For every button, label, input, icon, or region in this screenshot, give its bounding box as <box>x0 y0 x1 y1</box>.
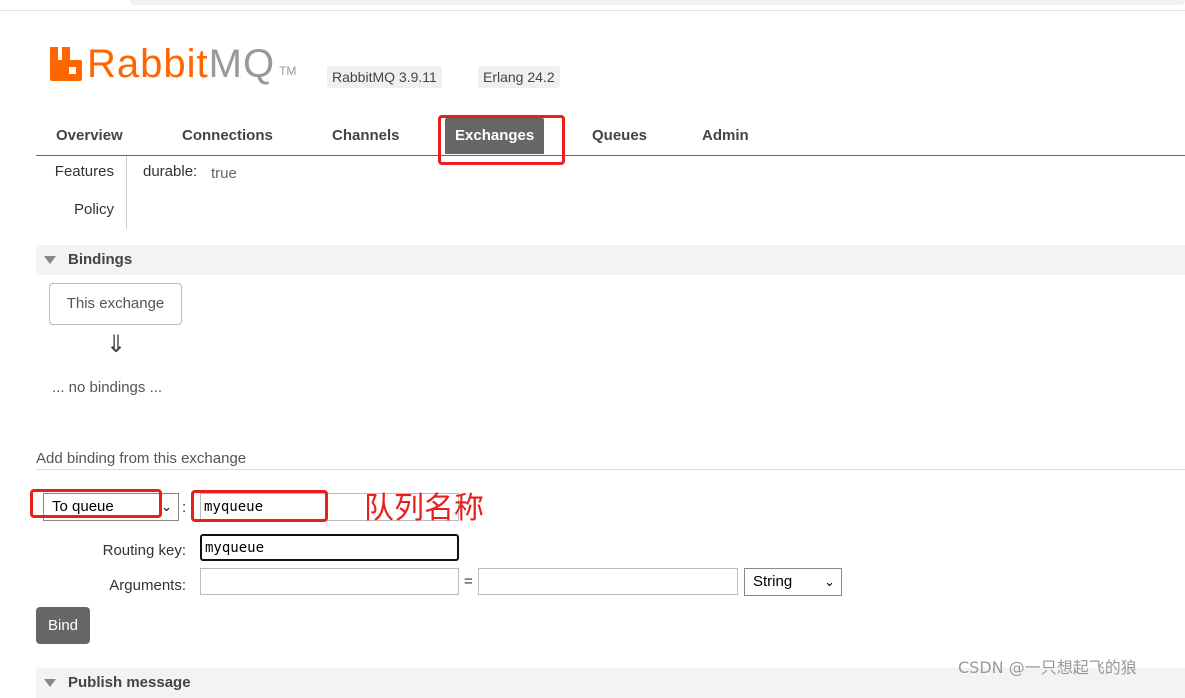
browser-top-strip <box>0 0 1185 11</box>
tab-queues[interactable]: Queues <box>582 118 657 154</box>
details-divider <box>126 156 127 229</box>
bindings-section-header[interactable]: Bindings <box>36 245 1185 275</box>
argument-type-value: String <box>753 573 793 590</box>
policy-label: Policy <box>73 201 114 218</box>
annotation-queue-name: 队列名称 <box>364 491 484 526</box>
tab-admin[interactable]: Admin <box>692 118 759 154</box>
browser-url-bar[interactable] <box>130 0 1185 5</box>
rabbitmq-version-badge: RabbitMQ 3.9.11 <box>327 66 442 88</box>
logo-rabbit-text: Rabbit <box>87 42 209 86</box>
highlight-destination-input <box>191 490 328 522</box>
bind-button[interactable]: Bind <box>36 607 90 644</box>
destination-colon: : <box>182 499 187 516</box>
highlight-exchanges-tab <box>438 115 565 165</box>
argument-type-select[interactable]: String ⌄ <box>744 568 842 596</box>
highlight-destination-select <box>30 489 162 518</box>
routing-key-label: Routing key: <box>102 542 186 559</box>
logo-mq-text: MQ <box>208 42 276 86</box>
csdn-watermark: CSDN @一只想起飞的狼 <box>958 658 1137 677</box>
arguments-label: Arguments: <box>109 577 186 594</box>
tab-overview[interactable]: Overview <box>46 118 133 154</box>
tab-connections[interactable]: Connections <box>172 118 283 154</box>
logo-wordmark: RabbitMQ <box>87 44 275 84</box>
no-bindings-text: ... no bindings ... <box>52 379 163 396</box>
main-nav: Overview Connections Channels Exchanges … <box>36 118 1185 156</box>
routing-key-input[interactable] <box>200 534 459 561</box>
durable-value: true <box>211 165 237 182</box>
down-arrow-icon: ⇓ <box>106 331 127 358</box>
logo-trademark: TM <box>279 64 297 78</box>
argument-key-input[interactable] <box>200 568 459 595</box>
this-exchange-box: This exchange <box>49 283 182 325</box>
bindings-title: Bindings <box>68 251 133 268</box>
chevron-down-icon: ⌄ <box>161 499 172 514</box>
tab-channels[interactable]: Channels <box>322 118 410 154</box>
features-label: Features <box>54 163 114 180</box>
chevron-down-icon: ⌄ <box>824 574 835 589</box>
argument-value-input[interactable] <box>478 568 738 595</box>
rabbitmq-logo[interactable]: RabbitMQ TM <box>50 44 296 84</box>
erlang-version-badge: Erlang 24.2 <box>478 66 560 88</box>
durable-key: durable: <box>143 163 198 180</box>
add-binding-title: Add binding from this exchange <box>36 450 247 467</box>
arguments-equals: = <box>464 573 473 590</box>
add-binding-divider <box>36 469 1185 470</box>
rabbitmq-logo-icon <box>50 47 82 81</box>
collapse-triangle-icon <box>44 679 56 687</box>
collapse-triangle-icon <box>44 256 56 264</box>
